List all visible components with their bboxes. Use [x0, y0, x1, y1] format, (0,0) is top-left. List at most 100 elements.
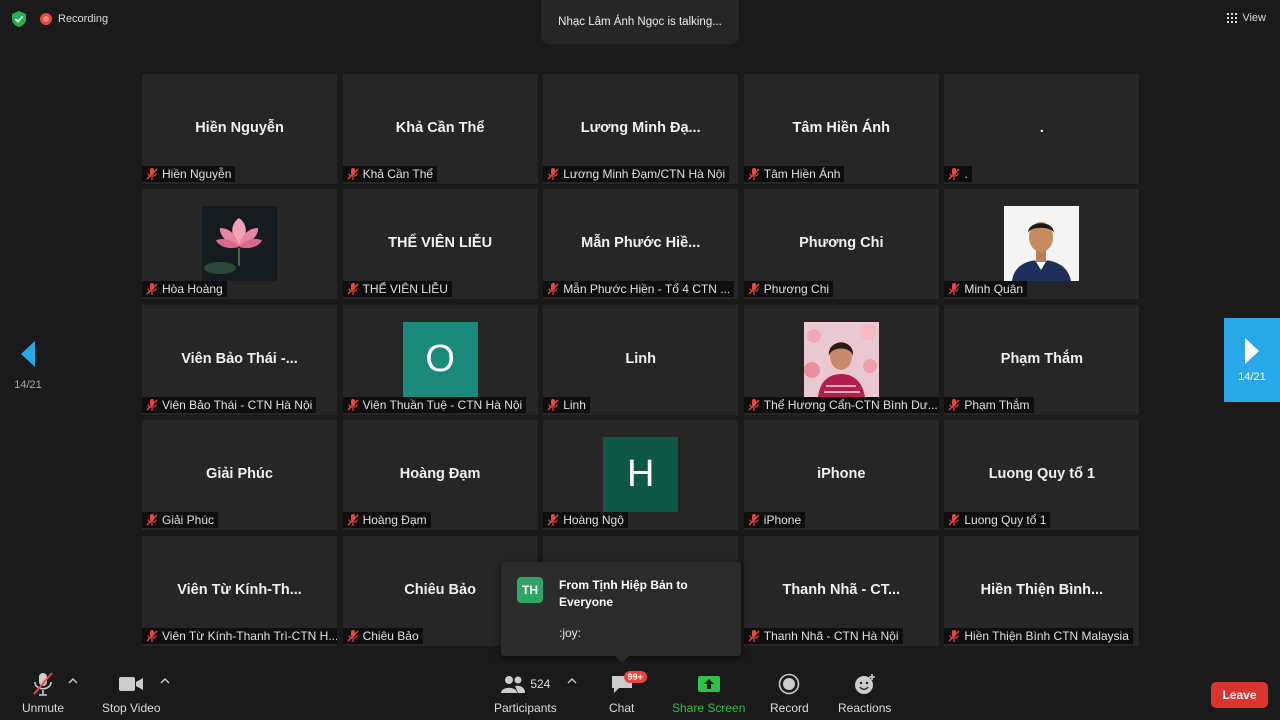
participant-label: Linh — [543, 396, 590, 413]
video-tile[interactable]: Hòa Hoàng — [142, 189, 337, 300]
view-label: View — [1242, 12, 1266, 24]
reactions-button[interactable]: Reactions — [838, 668, 891, 715]
video-tile[interactable]: Phương Chi Phương Chi — [743, 189, 939, 300]
lotus-profile-picture — [202, 206, 277, 282]
video-tile[interactable]: Thanh Nhã - CT... Thanh Nhã - CTN Hà Nội — [743, 535, 939, 646]
participant-name: Phương Chi — [763, 282, 830, 297]
video-tile[interactable]: Thể Hương Cẩn-CTN Bình Dư... — [743, 304, 939, 415]
participant-name: . — [964, 167, 968, 181]
video-tile[interactable]: Hoàng Đạm Hoàng Đạm — [342, 420, 538, 531]
video-tile[interactable]: Luong Quy tổ 1 Luong Quy tổ 1 — [944, 420, 1140, 531]
recording-label: Recording — [58, 13, 109, 25]
mic-muted-icon — [146, 398, 158, 411]
video-tile[interactable]: Tâm Hiền Ánh Tâm Hiền Ánh — [743, 74, 939, 184]
smiley-plus-icon — [854, 674, 875, 694]
mic-muted-icon — [748, 514, 760, 527]
participant-name: Thể Hương Cẩn-CTN Bình Dư... — [763, 397, 938, 412]
page-indicator-right: 14/21 — [1238, 371, 1266, 383]
view-button[interactable]: View — [1227, 12, 1266, 24]
video-tile[interactable]: Hiền Nguyễn Hiền Nguyễn — [142, 74, 337, 184]
video-tile[interactable]: O Viên Thuần Tuệ - CTN Hà Nội — [342, 304, 538, 415]
audio-options-chevron-icon[interactable] — [68, 676, 78, 686]
participant-label: Hoàng Ngộ — [543, 512, 628, 529]
stop-video-label: Stop Video — [102, 701, 161, 715]
participant-name: Hòa Hoàng — [162, 282, 223, 297]
meeting-toolbar: Unmute Stop Video 524 Participants 99+ C… — [0, 662, 1280, 720]
chat-sender-line: From Tịnh Hiệp Bản to Everyone — [559, 578, 688, 609]
participant-name: iPhone — [763, 513, 802, 528]
arrow-right-icon — [1245, 338, 1259, 364]
video-tile[interactable]: Hiền Thiện Bình... Hiền Thiện Bình CTN M… — [944, 535, 1140, 646]
leave-button[interactable]: Leave — [1211, 682, 1268, 708]
chat-notification-popup[interactable]: TH From Tịnh Hiệp Bản to Everyone :joy: — [501, 562, 741, 663]
chat-message: :joy: — [559, 626, 582, 640]
mic-muted-icon — [146, 514, 158, 527]
video-tile[interactable]: Phạm Thắm Phạm Thắm — [944, 304, 1140, 415]
video-tile[interactable]: Giải Phúc Giải Phúc — [142, 420, 337, 531]
mic-muted-icon — [146, 629, 158, 642]
share-screen-icon — [697, 676, 720, 692]
unmute-button[interactable]: Unmute — [22, 668, 64, 715]
participant-name: Luong Quy tổ 1 — [964, 513, 1047, 528]
video-camera-icon — [119, 677, 144, 691]
previous-page-button[interactable]: 14/21 — [10, 340, 46, 391]
participants-options-chevron-icon[interactable] — [567, 676, 577, 686]
participant-label: iPhone — [743, 512, 806, 529]
top-status-bar: Recording — [10, 10, 108, 28]
participant-name: Linh — [563, 397, 586, 412]
video-tile[interactable]: Mẫn Phước Hiề... Mẫn Phước Hiền - Tổ 4 C… — [543, 189, 739, 300]
active-speaker-banner: Nhạc Lâm Ánh Ngọc is talking... — [541, 0, 739, 44]
mic-muted-icon — [547, 283, 559, 296]
video-tile[interactable]: Lương Minh Đạ... Lương Minh Đạm/CTN Hà N… — [543, 74, 739, 184]
mic-muted-icon — [347, 514, 359, 527]
video-tile[interactable]: H Hoàng Ngộ — [543, 420, 739, 531]
unmute-label: Unmute — [22, 701, 65, 715]
participant-label: Phương Chi — [743, 281, 834, 298]
share-screen-label: Share Screen — [672, 701, 746, 715]
participant-name: Chiêu Bảo — [362, 628, 419, 643]
chat-button[interactable]: 99+ Chat — [609, 668, 647, 715]
record-button[interactable]: Record — [770, 668, 809, 715]
mic-muted-icon — [347, 629, 359, 642]
tile-display-name: . — [1039, 120, 1044, 136]
video-tile[interactable]: Khả Cần Thể Khả Cần Thể — [342, 74, 538, 184]
video-tile[interactable]: Viên Bảo Thái -... Viên Bảo Thái - CTN H… — [142, 304, 337, 415]
share-screen-button[interactable]: Share Screen — [672, 668, 745, 715]
mic-muted-icon — [547, 398, 559, 411]
microphone-muted-icon — [33, 672, 53, 696]
mic-muted-icon — [347, 398, 359, 411]
participant-label: Hoàng Đạm — [342, 512, 431, 529]
recording-indicator[interactable]: Recording — [40, 13, 108, 25]
participant-label: Phạm Thắm — [944, 396, 1034, 413]
participant-label: Viên Từ Kính-Thanh Trì-CTN H... — [142, 627, 337, 644]
participant-name: Viên Bảo Thái - CTN Hà Nội — [162, 397, 313, 412]
shield-icon[interactable] — [10, 10, 28, 28]
participant-label: Lương Minh Đạm/CTN Hà Nội — [543, 166, 730, 182]
participant-label: Luong Quy tổ 1 — [944, 512, 1051, 529]
video-tile[interactable]: Minh Quân — [944, 189, 1140, 300]
video-tile[interactable]: iPhone iPhone — [743, 420, 939, 531]
participant-name: Hoàng Ngộ — [563, 513, 624, 528]
mic-muted-icon — [948, 398, 960, 411]
stop-video-button[interactable]: Stop Video — [102, 668, 161, 715]
avatar-initial: O — [402, 321, 478, 397]
video-options-chevron-icon[interactable] — [160, 676, 170, 686]
video-tile[interactable]: . . — [944, 74, 1140, 184]
video-tile[interactable]: Linh Linh — [543, 304, 739, 415]
participant-name: Thanh Nhã - CTN Hà Nội — [763, 628, 899, 643]
participant-name: Tâm Hiền Ánh — [763, 167, 841, 181]
participant-name: Khả Cần Thể — [362, 167, 434, 181]
sender-avatar: TH — [517, 577, 543, 603]
mic-muted-icon — [748, 398, 760, 411]
chat-label: Chat — [609, 701, 635, 715]
video-tile[interactable]: Viên Từ Kính-Th... Viên Từ Kính-Thanh Tr… — [142, 535, 337, 646]
arrow-left-icon — [21, 341, 35, 367]
participant-label: Thanh Nhã - CTN Hà Nội — [743, 627, 903, 644]
video-tile[interactable]: THỂ VIÊN LIỄU THỂ VIÊN LIỄU — [342, 189, 538, 300]
participant-label: Hiền Nguyễn — [142, 166, 236, 182]
record-label: Record — [770, 701, 809, 715]
grid-icon — [1227, 13, 1238, 23]
participant-name: Viên Thuần Tuệ - CTN Hà Nội — [362, 397, 523, 412]
participants-button[interactable]: 524 Participants — [494, 668, 557, 715]
next-page-button[interactable]: 14/21 — [1224, 318, 1280, 402]
